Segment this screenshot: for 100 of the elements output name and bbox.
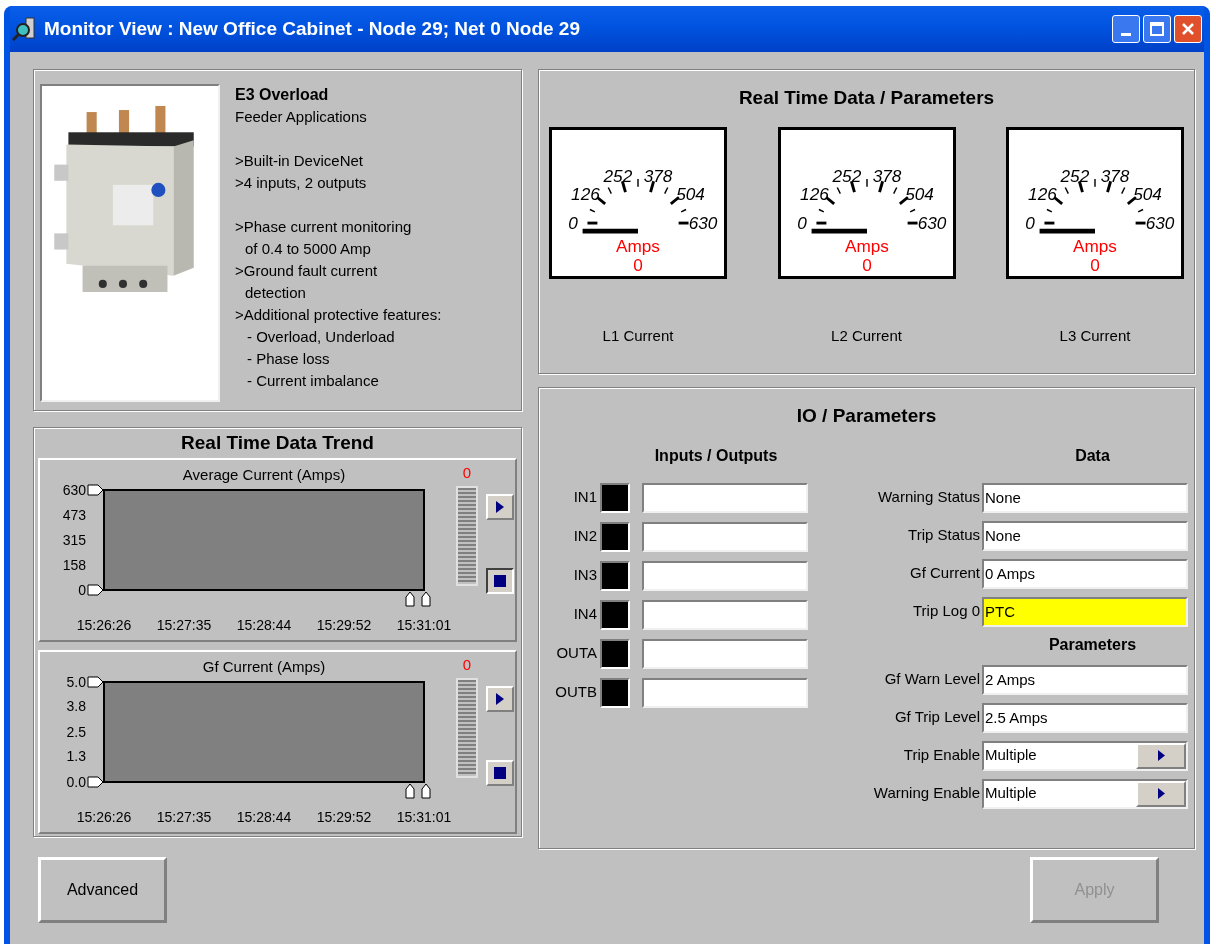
y-tick-label: 2.5 (66, 724, 86, 740)
feature-text: >Ground fault current detection (235, 261, 379, 303)
scale-label: 378 (1100, 165, 1130, 186)
feature-text: >4 inputs, 2 outputs (235, 173, 368, 193)
output-field[interactable] (642, 482, 808, 513)
unit-label: Amps (844, 235, 889, 256)
marker-icon (421, 783, 431, 799)
scale-label: 504 (904, 183, 934, 204)
y-tick-label: 158 (62, 556, 86, 573)
y-tick-label: 5.0 (66, 674, 86, 690)
field-label: Trip Status (908, 525, 980, 546)
product-name: E3 Overload (235, 85, 330, 105)
field-label: Gf Trip Level (894, 707, 980, 728)
x-tick-label: 15:26:26 (76, 617, 132, 633)
data-field[interactable]: None (982, 482, 1188, 513)
data-field[interactable]: 0 Amps (982, 558, 1188, 589)
y-tick-label: 473 (62, 506, 86, 523)
maximize-icon (1150, 22, 1164, 36)
x-tick-label: 15:28:44 (236, 809, 292, 825)
marker-icon (87, 584, 104, 596)
select-field[interactable]: Multiple (982, 740, 1188, 771)
scale-label: 0 (1025, 212, 1035, 233)
scale-label: 378 (872, 165, 901, 186)
marker-icon (405, 783, 415, 799)
gauge-label: L1 Current (602, 325, 674, 346)
stop-icon (494, 767, 506, 779)
field-label: Warning Status (878, 487, 980, 508)
stop-button[interactable] (486, 568, 514, 594)
y-tick-label: 630 (62, 482, 86, 498)
arrow-button[interactable] (1136, 742, 1186, 769)
output-field[interactable] (642, 677, 808, 708)
output-field[interactable] (642, 638, 808, 669)
io-label: IN4 (572, 604, 597, 625)
field-label: Gf Warn Level (884, 669, 980, 690)
scale-label: 126 (571, 183, 600, 204)
minimize-button[interactable] (1112, 15, 1140, 43)
select-field[interactable]: Multiple (982, 778, 1188, 809)
y-tick-label: 1.3 (66, 748, 86, 764)
output-field[interactable] (642, 560, 808, 591)
close-button[interactable] (1174, 15, 1202, 43)
needle-icon (811, 228, 867, 234)
gauge-reading: 0 (633, 254, 643, 275)
gauge-reading: 0 (861, 254, 872, 275)
product-subtitle: Feeder Applications (235, 107, 368, 127)
scale-label: 630 (917, 212, 946, 233)
dialog-button[interactable]: Advanced (38, 857, 167, 923)
close-icon (1181, 22, 1195, 36)
scale-label: 252 (832, 165, 861, 186)
field-label: Gf Current (909, 563, 980, 584)
scale-label: 252 (1060, 165, 1090, 186)
x-tick-label: 15:29:52 (316, 809, 372, 825)
field-label: Warning Enable (873, 783, 980, 804)
column-heading: Parameters (1047, 634, 1138, 655)
play-button[interactable] (486, 686, 514, 712)
data-field[interactable]: None (982, 520, 1188, 551)
unit-label: Amps (616, 235, 660, 256)
feature-text: - Current imbalance (246, 371, 380, 391)
gauge-reading: 0 (1090, 254, 1100, 275)
x-tick-label: 15:31:01 (396, 809, 452, 825)
feature-text: - Phase loss (246, 349, 331, 369)
play-icon (496, 501, 504, 513)
column-heading: Data (1074, 445, 1111, 466)
section-title: Real Time Data Trend (180, 431, 375, 455)
play-icon (1157, 788, 1165, 799)
output-field[interactable] (642, 599, 808, 630)
scale-label: 504 (1133, 183, 1162, 204)
feature-text: >Additional protective features: (235, 305, 442, 325)
x-tick-label: 15:28:44 (236, 617, 292, 633)
magnifier-icon (12, 16, 38, 42)
arrow-button[interactable] (1136, 780, 1186, 807)
scale-label: 252 (603, 165, 633, 186)
current-value: 0 (462, 463, 472, 483)
unit-label: Amps (1073, 235, 1117, 256)
needle-icon (1039, 228, 1095, 234)
io-label: OUTA (555, 643, 597, 664)
current-value: 0 (462, 655, 472, 675)
parameter-field[interactable]: 2 Amps (982, 664, 1188, 695)
y-tick-label: 3.8 (66, 698, 86, 714)
scale-label: 0 (568, 212, 578, 233)
section-title: Real Time Data / Parameters (737, 86, 996, 110)
maximize-button[interactable] (1143, 15, 1171, 43)
marker-icon (421, 591, 431, 607)
scale-label: 126 (1028, 183, 1057, 204)
chart-title: Average Current (Amps) (182, 466, 346, 483)
marker-icon (87, 776, 104, 788)
output-field[interactable] (642, 521, 808, 552)
play-icon (1157, 750, 1165, 761)
x-tick-label: 15:29:52 (316, 617, 372, 633)
chart-title: Gf Current (Amps) (202, 658, 326, 675)
play-icon (496, 693, 504, 705)
x-tick-label: 15:31:01 (396, 617, 452, 633)
x-tick-label: 15:26:26 (76, 809, 132, 825)
scale-label: 378 (643, 165, 673, 186)
scale-label: 0 (796, 212, 807, 233)
io-label: IN1 (572, 487, 597, 508)
play-button[interactable] (486, 494, 514, 520)
feature-text: >Phase current monitoring of 0.4 to 5000 Amp (235, 217, 413, 259)
data-field[interactable]: PTC (982, 596, 1188, 627)
parameter-field[interactable]: 2.5 Amps (982, 702, 1188, 733)
window-title: Monitor View : New Office Cabinet - Node 29; Net 0 Node 29 (44, 16, 580, 41)
